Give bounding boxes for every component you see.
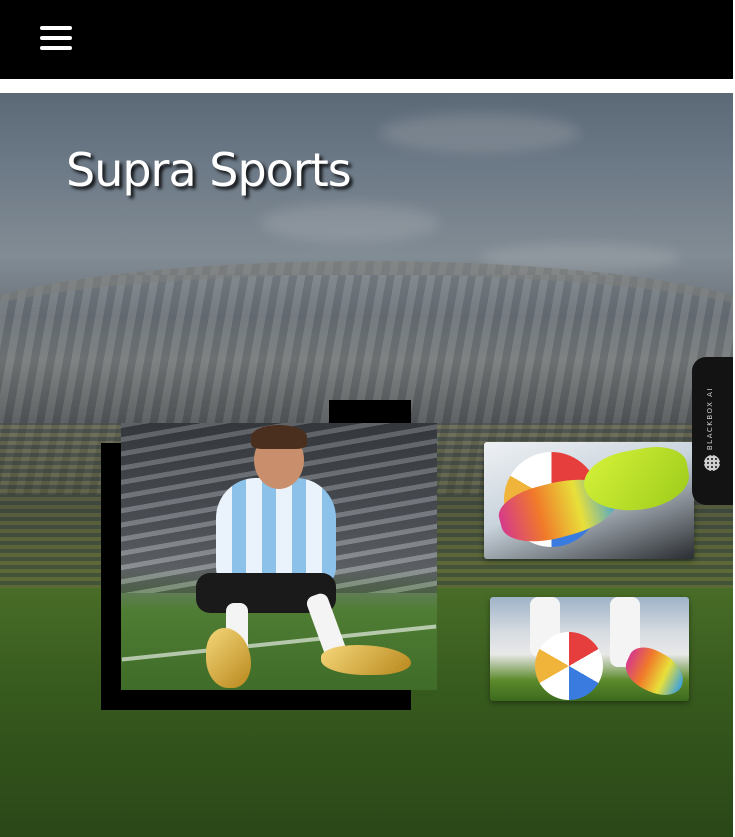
menu-line — [40, 26, 72, 30]
menu-line — [40, 46, 72, 50]
football — [535, 632, 603, 700]
golden-boot — [321, 645, 411, 675]
top-navigation-bar — [0, 0, 733, 79]
hero-section: Supra Sports — [0, 93, 733, 837]
main-player-photo[interactable] — [121, 423, 437, 690]
player-shirt — [216, 478, 336, 588]
side-widget-label: BLACKBOX AI — [706, 387, 714, 451]
thumbnail-ball-on-pitch[interactable] — [490, 597, 689, 701]
player-hair — [251, 425, 307, 449]
hero-title: Supra Sports — [66, 143, 352, 197]
thumbnail-boots-and-ball[interactable] — [484, 442, 694, 559]
blackbox-ai-side-widget[interactable]: BLACKBOX AI — [692, 357, 733, 505]
dotted-globe-icon — [704, 455, 720, 471]
menu-line — [40, 36, 72, 40]
hamburger-menu-icon[interactable] — [40, 24, 74, 52]
